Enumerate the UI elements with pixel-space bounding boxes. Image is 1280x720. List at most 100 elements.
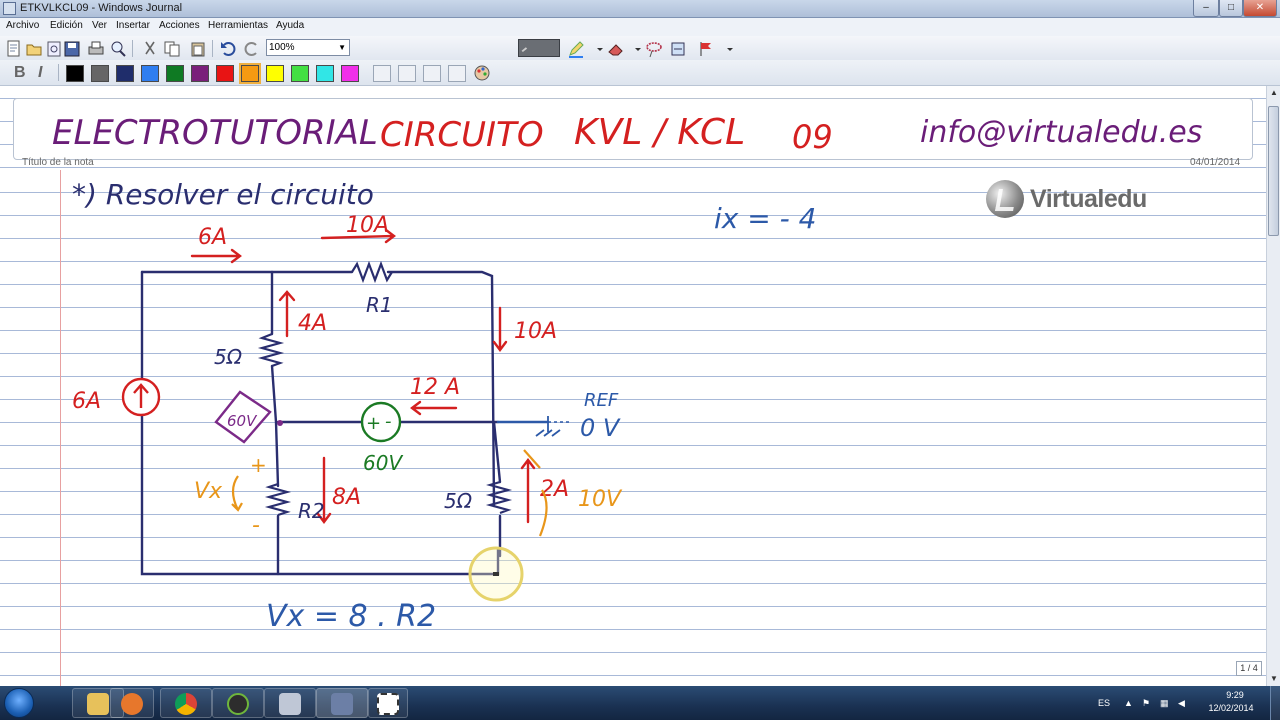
label-volt-source: 60V (363, 451, 403, 475)
taskbar-media-player[interactable] (110, 688, 154, 718)
label-ref-volt: 0 V (580, 414, 621, 442)
menu-ver[interactable]: Ver (92, 20, 107, 31)
chevron-down-icon[interactable] (590, 39, 603, 57)
vx-plus: + (250, 453, 267, 477)
italic-button[interactable]: I (38, 64, 42, 82)
color-swatch[interactable] (239, 63, 261, 84)
calculator-icon (279, 693, 301, 715)
bold-button[interactable]: B (14, 64, 26, 82)
resistor-5ohm-bottom (485, 480, 513, 515)
color-swatch[interactable] (66, 65, 84, 82)
new-note-button[interactable] (4, 39, 22, 57)
maximize-button[interactable]: □ (1219, 0, 1243, 17)
cut-button[interactable] (140, 39, 158, 57)
color-swatch[interactable] (291, 65, 309, 82)
network-icon[interactable]: ▦ (1160, 698, 1170, 708)
menu-bar: Archivo Edición Ver Insertar Acciones He… (0, 18, 1280, 36)
taskbar-chrome[interactable] (160, 688, 212, 718)
node-dot (277, 420, 283, 426)
print-button[interactable] (86, 39, 104, 57)
pen-tool-button[interactable] (518, 39, 560, 57)
minimize-button[interactable]: – (1193, 0, 1219, 17)
clock-time[interactable]: 9:29 (1215, 690, 1255, 700)
scroll-thumb[interactable] (1268, 106, 1279, 236)
media-player-icon (121, 693, 143, 715)
current-arrows (190, 228, 536, 524)
taskbar: ES ▲ ⚑ ▦ ◀ 9:29 12/02/2014 (0, 686, 1280, 720)
color-swatch[interactable] (341, 65, 359, 82)
clock-date[interactable]: 12/02/2014 (1201, 703, 1261, 713)
menu-acciones[interactable]: Acciones (159, 20, 200, 31)
close-button[interactable]: ✕ (1243, 0, 1277, 17)
label-source-current: 6A (72, 389, 101, 414)
taskbar-calculator[interactable] (264, 688, 316, 718)
snipping-icon (377, 693, 399, 715)
volume-icon[interactable]: ◀ (1178, 698, 1188, 708)
menu-insertar[interactable]: Insertar (116, 20, 150, 31)
flag-icon[interactable] (696, 39, 714, 57)
lasso-select-icon[interactable] (644, 39, 662, 58)
menu-edicion[interactable]: Edición (50, 20, 83, 31)
label-top-right-current: 10A (346, 213, 389, 238)
taskbar-snipping-tool[interactable] (368, 688, 408, 718)
pen-icon[interactable] (566, 39, 584, 58)
color-swatch[interactable] (91, 65, 109, 82)
show-desktop-button[interactable] (1270, 686, 1280, 720)
color-swatch[interactable] (316, 65, 334, 82)
label-ref: REF (584, 390, 619, 411)
open-note-button[interactable] (24, 39, 42, 57)
resistor-5ohm-top (257, 332, 285, 368)
label-r2-current: 8A (332, 485, 361, 510)
title-electrotutorial: ELECTROTUTORIAL (52, 113, 378, 153)
color-palette-icon[interactable] (472, 63, 490, 81)
color-swatch[interactable] (191, 65, 209, 82)
label-r1: R1 (366, 293, 393, 317)
start-button[interactable] (4, 688, 34, 718)
label-middle-current: 12 A (410, 375, 460, 400)
menu-ayuda[interactable]: Ayuda (276, 20, 304, 31)
standard-toolbar: 100% ▼ (0, 36, 1280, 60)
tray-expand-icon[interactable]: ▲ (1124, 698, 1134, 708)
pen-preset-3[interactable] (423, 65, 441, 82)
title-email: info@virtualedu.es (920, 115, 1202, 150)
flag-icon[interactable]: ⚑ (1142, 698, 1152, 708)
ix-formula: ix = - 4 (714, 202, 816, 235)
paste-button[interactable] (188, 39, 206, 57)
color-swatch[interactable] (141, 65, 159, 82)
label-vx: Vx (194, 479, 223, 504)
language-indicator[interactable]: ES (1098, 698, 1110, 708)
scroll-down-icon[interactable]: ▼ (1267, 672, 1280, 686)
menu-archivo[interactable]: Archivo (6, 20, 39, 31)
save-button[interactable] (62, 39, 80, 57)
eraser-icon[interactable] (606, 39, 624, 57)
vertical-scrollbar[interactable]: ▲ ▼ (1266, 86, 1280, 686)
color-swatch[interactable] (166, 65, 184, 82)
taskbar-spotify[interactable] (212, 688, 264, 718)
insert-space-icon[interactable] (668, 39, 686, 57)
toolbar-separator (212, 40, 213, 57)
color-swatch[interactable] (116, 65, 134, 82)
color-swatch[interactable] (266, 65, 284, 82)
search-icon[interactable] (108, 39, 126, 57)
label-dep-source: 60V (227, 412, 258, 430)
resistor-r2 (264, 482, 292, 517)
menu-herramientas[interactable]: Herramientas (208, 20, 268, 31)
copy-button[interactable] (162, 39, 180, 57)
zoom-value: 100% (269, 42, 295, 53)
scroll-up-icon[interactable]: ▲ (1267, 86, 1280, 100)
zoom-select[interactable]: 100% ▼ (266, 39, 350, 56)
undo-button[interactable] (218, 39, 236, 57)
redo-button[interactable] (242, 39, 260, 57)
pen-preset-2[interactable] (398, 65, 416, 82)
pen-preset-4[interactable] (448, 65, 466, 82)
note-page[interactable]: Título de la nota 04/01/2014 Virtualedu … (0, 86, 1266, 686)
color-swatch[interactable] (216, 65, 234, 82)
taskbar-journal[interactable] (316, 688, 368, 718)
chevron-down-icon[interactable] (720, 39, 733, 57)
toolbar-separator (132, 40, 133, 57)
spotify-icon (227, 693, 249, 715)
label-10v: 10V (578, 487, 623, 512)
chevron-down-icon[interactable] (628, 39, 641, 57)
open-folder-icon[interactable] (44, 39, 62, 57)
pen-preset-1[interactable] (373, 65, 391, 82)
